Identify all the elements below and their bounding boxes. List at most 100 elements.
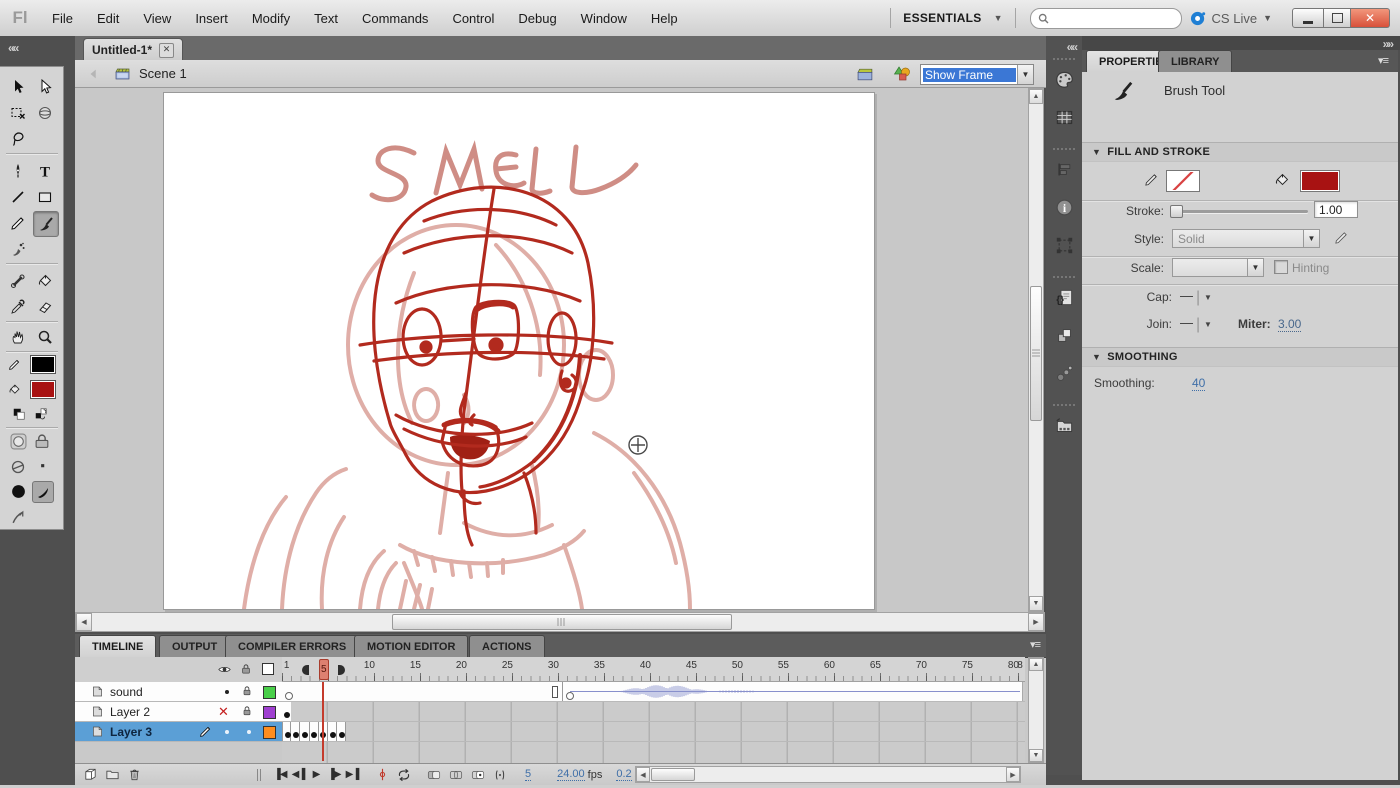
pen-tool[interactable] bbox=[6, 159, 30, 183]
hand-tool[interactable] bbox=[6, 325, 30, 349]
tab-library[interactable]: LIBRARY bbox=[1158, 50, 1232, 72]
swap-colors-button[interactable] bbox=[34, 407, 48, 421]
tab-output[interactable]: OUTPUT bbox=[159, 635, 230, 657]
miter-value[interactable]: 3.00 bbox=[1278, 317, 1301, 332]
smoothing-section-header[interactable]: ▼SMOOTHING bbox=[1082, 347, 1398, 367]
lasso-tool[interactable] bbox=[6, 127, 30, 151]
scroll-down-icon[interactable]: ▼ bbox=[1029, 749, 1043, 762]
keyframe-cell-3[interactable] bbox=[300, 722, 309, 741]
breadcrumb-scene[interactable]: Scene 1 bbox=[139, 66, 187, 81]
timeline-horizontal-scrollbar[interactable]: ◀ ▶ bbox=[635, 766, 1021, 783]
layer-lock-icon[interactable] bbox=[241, 685, 253, 697]
stroke-color-swatch[interactable] bbox=[1166, 170, 1200, 192]
menu-text[interactable]: Text bbox=[302, 1, 350, 36]
rectangle-tool[interactable] bbox=[33, 185, 57, 209]
menu-commands[interactable]: Commands bbox=[350, 1, 440, 36]
horizontal-scroll-thumb[interactable] bbox=[651, 768, 695, 781]
hinting-checkbox[interactable] bbox=[1274, 260, 1288, 274]
menu-insert[interactable]: Insert bbox=[183, 1, 240, 36]
layer-hidden-x-icon[interactable]: ✕ bbox=[218, 704, 229, 720]
bone-tool[interactable] bbox=[6, 269, 30, 293]
chevron-down-icon[interactable]: ▼ bbox=[1204, 293, 1212, 302]
timeline-vertical-scrollbar[interactable]: ▲ ▼ bbox=[1028, 657, 1044, 763]
rotation-3d-tool[interactable] bbox=[33, 101, 57, 125]
layer-outline-color-swatch[interactable] bbox=[263, 686, 276, 699]
frames-layer-3[interactable] bbox=[282, 722, 1025, 742]
stage-canvas[interactable] bbox=[163, 92, 875, 610]
cs-live-button[interactable]: CS Live bbox=[1190, 10, 1258, 27]
tab-timeline[interactable]: TIMELINE bbox=[79, 635, 156, 657]
scroll-right-icon[interactable]: ▶ bbox=[1028, 613, 1044, 631]
stage-vertical-scrollbar[interactable]: ▲ ▼ bbox=[1028, 88, 1044, 612]
frames-sound[interactable] bbox=[282, 682, 1025, 702]
stroke-slider[interactable] bbox=[1172, 210, 1308, 213]
restore-button[interactable] bbox=[1324, 8, 1351, 28]
blank-keyframe-marker[interactable] bbox=[285, 692, 293, 700]
modify-markers-icon[interactable] bbox=[489, 766, 511, 784]
frames-layer-2[interactable] bbox=[282, 702, 1025, 722]
align-panel-icon[interactable] bbox=[1051, 156, 1077, 182]
frame-rate-value[interactable]: 24.00 bbox=[557, 768, 585, 781]
fill-color-swatch[interactable] bbox=[30, 380, 56, 399]
chevron-down-icon[interactable]: ▼ bbox=[1257, 13, 1278, 23]
code-snippets-panel-icon[interactable]: {} bbox=[1051, 284, 1077, 310]
scroll-up-icon[interactable]: ▲ bbox=[1029, 89, 1043, 104]
panel-menu-icon[interactable]: ▾≡ bbox=[1030, 638, 1040, 651]
layer-name[interactable]: Layer 2 bbox=[110, 705, 150, 719]
layer-unlocked-dot[interactable] bbox=[247, 730, 251, 734]
text-tool[interactable]: T bbox=[33, 159, 57, 183]
pasteboard[interactable] bbox=[75, 88, 1028, 612]
scroll-up-icon[interactable]: ▲ bbox=[1029, 658, 1043, 671]
brush-shape-option[interactable] bbox=[32, 481, 54, 503]
onion-skin-icon[interactable] bbox=[423, 766, 445, 784]
layer-outline-color-swatch[interactable] bbox=[263, 706, 276, 719]
panel-resize-grip[interactable] bbox=[257, 769, 261, 781]
layer-lock-icon[interactable] bbox=[241, 705, 253, 717]
edit-multiple-frames-icon[interactable] bbox=[467, 766, 489, 784]
free-transform-tool[interactable] bbox=[6, 101, 30, 125]
scroll-left-icon[interactable]: ◀ bbox=[636, 767, 650, 782]
layer-row-layer-3[interactable]: Layer 3 bbox=[75, 722, 282, 742]
tab-actions[interactable]: ACTIONS bbox=[469, 635, 545, 657]
tab-compiler-errors[interactable]: COMPILER ERRORS bbox=[225, 635, 359, 657]
subselection-tool[interactable] bbox=[33, 75, 57, 99]
chevron-down-icon[interactable]: ▼ bbox=[1303, 230, 1319, 247]
zoom-tool[interactable] bbox=[33, 325, 57, 349]
stage-horizontal-scrollbar[interactable]: ◀ ▶ bbox=[75, 612, 1045, 632]
brush-tool[interactable] bbox=[33, 211, 59, 237]
minimize-button[interactable]: ▬ bbox=[1292, 8, 1324, 28]
project-panel-icon[interactable] bbox=[1051, 412, 1077, 438]
stroke-value-input[interactable]: 1.00 bbox=[1314, 201, 1358, 218]
swatches-panel-icon[interactable] bbox=[1051, 104, 1077, 130]
collapse-toolbar-icon[interactable]: «« bbox=[8, 41, 17, 55]
motion-presets-panel-icon[interactable] bbox=[1051, 360, 1077, 386]
edit-stroke-style-icon[interactable] bbox=[1334, 230, 1349, 245]
menu-modify[interactable]: Modify bbox=[240, 1, 302, 36]
eraser-tool[interactable] bbox=[33, 295, 57, 319]
expand-dock-icon[interactable]: «« bbox=[1067, 40, 1076, 54]
color-panel-icon[interactable] bbox=[1051, 66, 1077, 92]
new-layer-icon[interactable] bbox=[79, 766, 101, 784]
goto-last-frame-button[interactable]: ▶▐ bbox=[343, 767, 361, 783]
playhead[interactable]: 5 bbox=[319, 659, 329, 680]
close-button[interactable]: ✕ bbox=[1351, 8, 1390, 28]
keyframe-cell-1[interactable] bbox=[282, 722, 291, 741]
pencil-tool[interactable] bbox=[6, 211, 30, 235]
layer-row-sound[interactable]: sound bbox=[75, 682, 282, 702]
transform-panel-icon[interactable] bbox=[1051, 232, 1077, 258]
show-hide-all-layers-icon[interactable] bbox=[218, 663, 231, 676]
eyedropper-tool[interactable] bbox=[6, 295, 30, 319]
tab-motion-editor[interactable]: MOTION EDITOR bbox=[354, 635, 468, 657]
layer-visible-dot[interactable] bbox=[225, 690, 229, 694]
layer-row-layer-2[interactable]: Layer 2 ✕ bbox=[75, 702, 282, 722]
vertical-scroll-thumb[interactable] bbox=[1030, 286, 1042, 421]
elapsed-time-value[interactable]: 0.2 bbox=[616, 768, 631, 781]
keyframe-cell-7[interactable] bbox=[337, 722, 346, 741]
chevron-down-icon[interactable]: ▼ bbox=[1017, 65, 1033, 84]
center-frame-icon[interactable] bbox=[371, 766, 393, 784]
layer-name[interactable]: Layer 3 bbox=[110, 725, 152, 739]
onion-skin-outlines-icon[interactable] bbox=[445, 766, 467, 784]
menu-help[interactable]: Help bbox=[639, 1, 690, 36]
menu-file[interactable]: File bbox=[40, 1, 85, 36]
snap-to-objects-toggle[interactable] bbox=[10, 459, 26, 475]
